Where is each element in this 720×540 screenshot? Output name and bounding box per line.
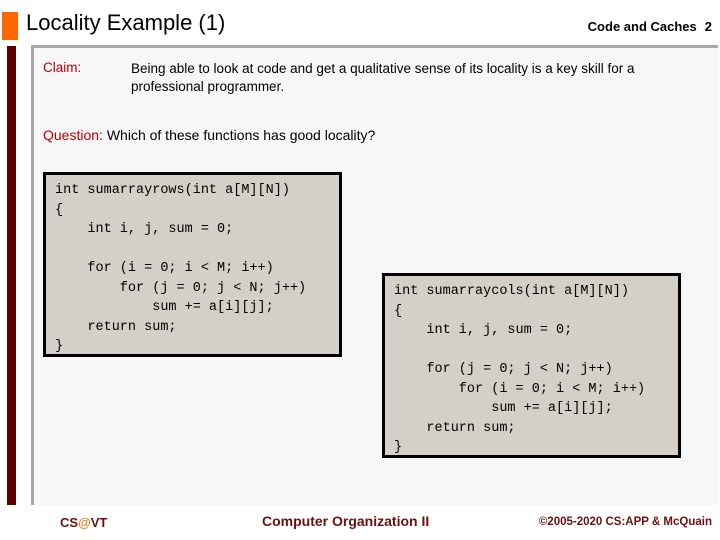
title-bullet-square xyxy=(2,12,18,40)
slide-header: Locality Example (1) Code and Caches 2 xyxy=(0,0,720,42)
question-text: Which of these functions has good locali… xyxy=(102,127,376,143)
code-block-sumarrayrows: int sumarrayrows(int a[M][N]) { int i, j… xyxy=(43,172,342,357)
logo-suffix: VT xyxy=(90,515,108,530)
claim-text: Being able to look at code and get a qua… xyxy=(131,61,635,94)
logo-prefix: CS xyxy=(60,515,79,530)
header-topic-group: Code and Caches 2 xyxy=(588,19,712,34)
code-block-sumarraycols: int sumarraycols(int a[M][N]) { int i, j… xyxy=(382,273,681,458)
footer-copyright: ©2005-2020 CS:APP & McQuain xyxy=(538,516,712,528)
csatvt-logo: CS@VT xyxy=(60,515,107,530)
question-block: Question: Which of these functions has g… xyxy=(43,127,375,143)
slide-footer: CS@VT Computer Organization II ©2005-202… xyxy=(0,508,720,540)
question-label: Question: xyxy=(43,127,103,143)
at-icon: @ xyxy=(78,515,91,530)
page-title: Locality Example (1) xyxy=(26,10,226,35)
header-topic: Code and Caches xyxy=(587,19,697,34)
slide-page-number: 2 xyxy=(704,19,712,34)
claim-label: Claim: xyxy=(43,60,82,75)
footer-course-name: Computer Organization II xyxy=(262,513,430,529)
left-accent-bar xyxy=(7,46,16,505)
